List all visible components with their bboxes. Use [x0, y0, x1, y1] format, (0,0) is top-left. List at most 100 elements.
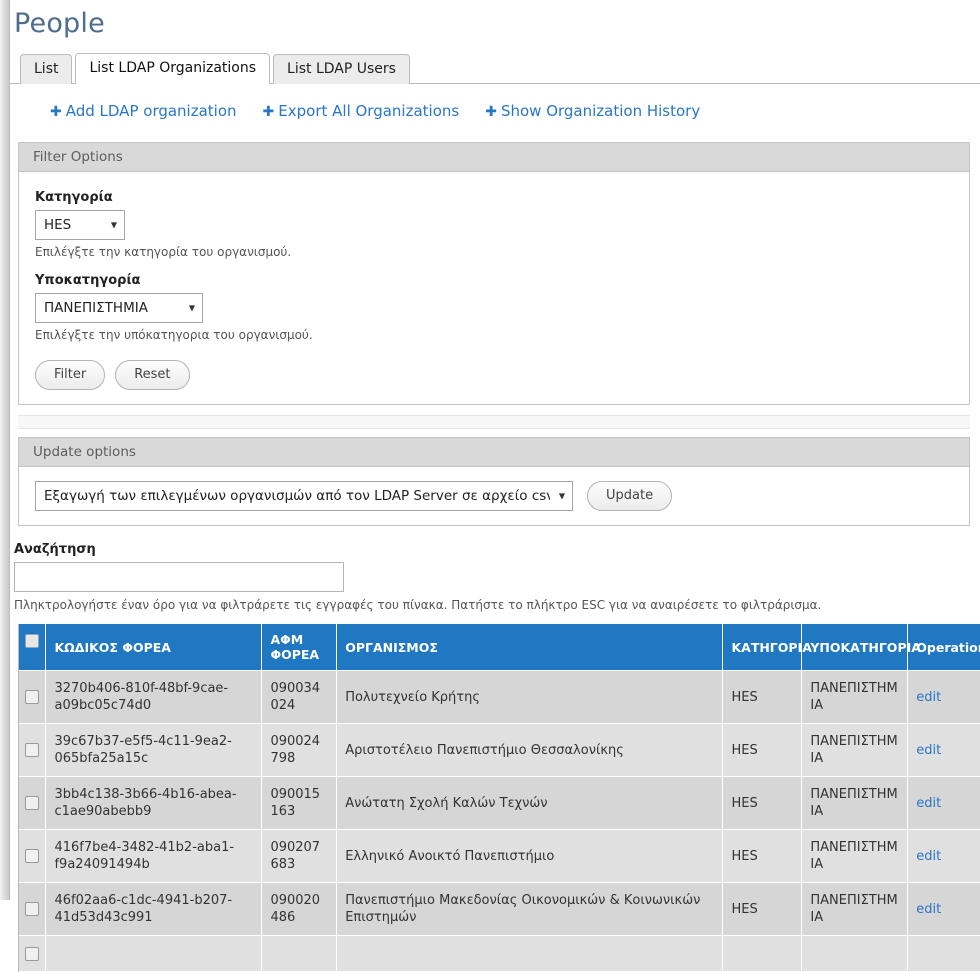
select-all-checkbox[interactable]	[25, 633, 39, 648]
column-header-operations: Operations	[907, 624, 980, 671]
row-select-cell	[19, 776, 47, 830]
cell-category	[722, 935, 803, 972]
add-ldap-organization-label: Add LDAP organization	[65, 102, 237, 120]
search-description: Πληκτρολογήστε έναν όρο για να φιλτράρετ…	[14, 598, 822, 612]
cell-afm: 090020486	[261, 882, 338, 936]
table-row: 39c67b37-e5f5-4c11-9ea2-065bfa25a15c 090…	[19, 723, 980, 777]
subcategory-select[interactable]: ΠΑΝΕΠΙΣΤΗΜΙΑ	[35, 293, 203, 323]
select-all-header	[19, 624, 47, 671]
cell-operations	[907, 935, 980, 972]
cell-category: HES	[722, 723, 803, 777]
edit-link[interactable]: edit	[916, 796, 941, 811]
tab-list[interactable]: List	[20, 54, 73, 84]
update-action-select[interactable]: Εξαγωγή των επιλεγμένων οργανισμών από τ…	[35, 481, 573, 511]
show-organization-history-label: Show Organization History	[500, 102, 701, 120]
cell-afm: 090207683	[261, 829, 338, 883]
cell-subcategory: ΠΑΝΕΠΙΣΤΗΜΙΑ	[801, 670, 909, 724]
cell-code: 3bb4c138-3b66-4b16-abea-c1ae90abebb9	[45, 776, 263, 830]
cell-code: 416f7be4-3482-41b2-aba1-f9a24091494b	[45, 829, 263, 883]
update-button[interactable]: Update	[587, 481, 673, 511]
search-block: Αναζήτηση Πληκτρολογήστε έναν όρο για να…	[14, 542, 980, 612]
row-checkbox[interactable]	[25, 946, 39, 961]
cell-code: 39c67b37-e5f5-4c11-9ea2-065bfa25a15c	[45, 723, 263, 777]
add-ldap-organization-link[interactable]: ✚ Add LDAP organization	[50, 102, 237, 120]
cell-category: HES	[722, 882, 803, 936]
cell-category: HES	[722, 670, 803, 724]
page-container: People List List LDAP Organizations List…	[10, 0, 980, 972]
column-header-afm[interactable]: ΑΦΜ ΦΟΡΕΑ	[261, 624, 338, 671]
row-checkbox[interactable]	[25, 796, 39, 810]
plus-icon: ✚	[50, 104, 62, 120]
subcategory-label: Υποκατηγορία	[35, 273, 141, 288]
tab-list-ldap-organizations[interactable]: List LDAP Organizations	[75, 53, 271, 84]
column-header-code[interactable]: ΚΩΔΙΚΟΣ ΦΟΡΕΑ	[45, 624, 263, 671]
column-header-category[interactable]: ΚΑΤΗΓΟΡΙΑ	[722, 624, 812, 671]
plus-icon: ✚	[262, 104, 275, 120]
cell-afm: 090015163	[261, 776, 338, 830]
row-checkbox[interactable]	[25, 849, 39, 863]
filter-buttons-row: Filter Reset	[35, 360, 969, 390]
row-checkbox[interactable]	[25, 743, 39, 757]
row-select-cell	[19, 882, 47, 936]
category-select[interactable]: HES	[35, 210, 125, 240]
cell-subcategory	[801, 935, 909, 972]
category-select-wrap: HES	[35, 210, 125, 240]
edit-link[interactable]: edit	[916, 849, 941, 864]
row-select-cell	[19, 670, 47, 724]
cell-afm	[261, 935, 338, 972]
row-checkbox[interactable]	[25, 902, 39, 916]
update-options-body: Εξαγωγή των επιλεγμένων οργανισμών από τ…	[19, 467, 969, 525]
cell-operations: edit	[907, 723, 980, 777]
filter-button[interactable]: Filter	[35, 360, 106, 390]
table-row	[19, 935, 980, 972]
update-options-legend: Update options	[19, 438, 969, 467]
update-options-fieldset: Update options Εξαγωγή των επιλεγμένων ο…	[18, 437, 970, 526]
cell-subcategory: ΠΑΝΕΠΙΣΤΗΜΙΑ	[801, 882, 909, 936]
edit-link[interactable]: edit	[916, 690, 941, 705]
export-all-organizations-label: Export All Organizations	[278, 102, 460, 120]
row-select-cell	[19, 829, 47, 883]
row-checkbox[interactable]	[25, 690, 39, 704]
subcategory-select-wrap: ΠΑΝΕΠΙΣΤΗΜΙΑ	[35, 293, 203, 323]
cell-afm: 090034024	[261, 670, 338, 724]
cell-category: HES	[722, 776, 803, 830]
page-title: People	[14, 8, 105, 39]
table-head: ΚΩΔΙΚΟΣ ΦΟΡΕΑ ΑΦΜ ΦΟΡΕΑ ΟΡΓΑΝΙΣΜΟΣ ΚΑΤΗΓ…	[19, 624, 980, 671]
export-all-organizations-link[interactable]: ✚ Export All Organizations	[263, 102, 460, 120]
cell-code: 46f02aa6-c1dc-4941-b207-41d53d43c991	[45, 882, 263, 936]
column-header-subcategory[interactable]: ΥΠΟΚΑΤΗΓΟΡΙΑ	[801, 624, 921, 671]
cell-operations: edit	[907, 776, 980, 830]
cell-org: Αριστοτέλειο Πανεπιστήμιο Θεσσαλονίκης	[336, 723, 724, 777]
cell-org	[336, 935, 724, 972]
table-body: 3270b406-810f-48bf-9cae-a09bc05c74d0 090…	[19, 670, 980, 972]
table-row: 3bb4c138-3b66-4b16-abea-c1ae90abebb9 090…	[19, 776, 980, 830]
edit-link[interactable]: edit	[916, 902, 941, 917]
cell-subcategory: ΠΑΝΕΠΙΣΤΗΜΙΑ	[801, 776, 909, 830]
cell-afm: 090024798	[261, 723, 338, 777]
edit-link[interactable]: edit	[916, 743, 941, 758]
cell-org: Ανώτατη Σχολή Καλών Τεχνών	[336, 776, 724, 830]
subcategory-description: Επιλέγξτε την υπόκατηγορια του οργανισμο…	[35, 328, 313, 342]
category-description: Επιλέγξτε την κατηγορία του οργανισμού.	[35, 245, 292, 259]
show-organization-history-link[interactable]: ✚ Show Organization History	[485, 102, 700, 120]
category-label: Κατηγορία	[35, 190, 113, 205]
reset-button[interactable]: Reset	[115, 360, 190, 390]
fieldset-gap-strip	[18, 415, 970, 429]
column-header-org[interactable]: ΟΡΓΑΝΙΣΜΟΣ	[336, 624, 724, 671]
table-row: 3270b406-810f-48bf-9cae-a09bc05c74d0 090…	[19, 670, 980, 724]
tab-list-ldap-users[interactable]: List LDAP Users	[273, 54, 410, 84]
cell-org: Πανεπιστήμιο Μακεδονίας Οικονομικών & Κο…	[336, 882, 724, 936]
table-row: 416f7be4-3482-41b2-aba1-f9a24091494b 090…	[19, 829, 980, 883]
organizations-table-wrap: ΚΩΔΙΚΟΣ ΦΟΡΕΑ ΑΦΜ ΦΟΡΕΑ ΟΡΓΑΝΙΣΜΟΣ ΚΑΤΗΓ…	[18, 624, 980, 972]
table-row: 46f02aa6-c1dc-4941-b207-41d53d43c991 090…	[19, 882, 980, 936]
row-select-cell	[19, 723, 47, 777]
tab-bar: List List LDAP Organizations List LDAP U…	[10, 51, 980, 84]
cell-category: HES	[722, 829, 803, 883]
cell-operations: edit	[907, 829, 980, 883]
cell-code	[45, 935, 263, 972]
cell-org: Πολυτεχνείο Κρήτης	[336, 670, 724, 724]
plus-icon: ✚	[485, 104, 497, 120]
search-input[interactable]	[14, 562, 344, 592]
cell-operations: edit	[907, 670, 980, 724]
cell-operations: edit	[907, 882, 980, 936]
